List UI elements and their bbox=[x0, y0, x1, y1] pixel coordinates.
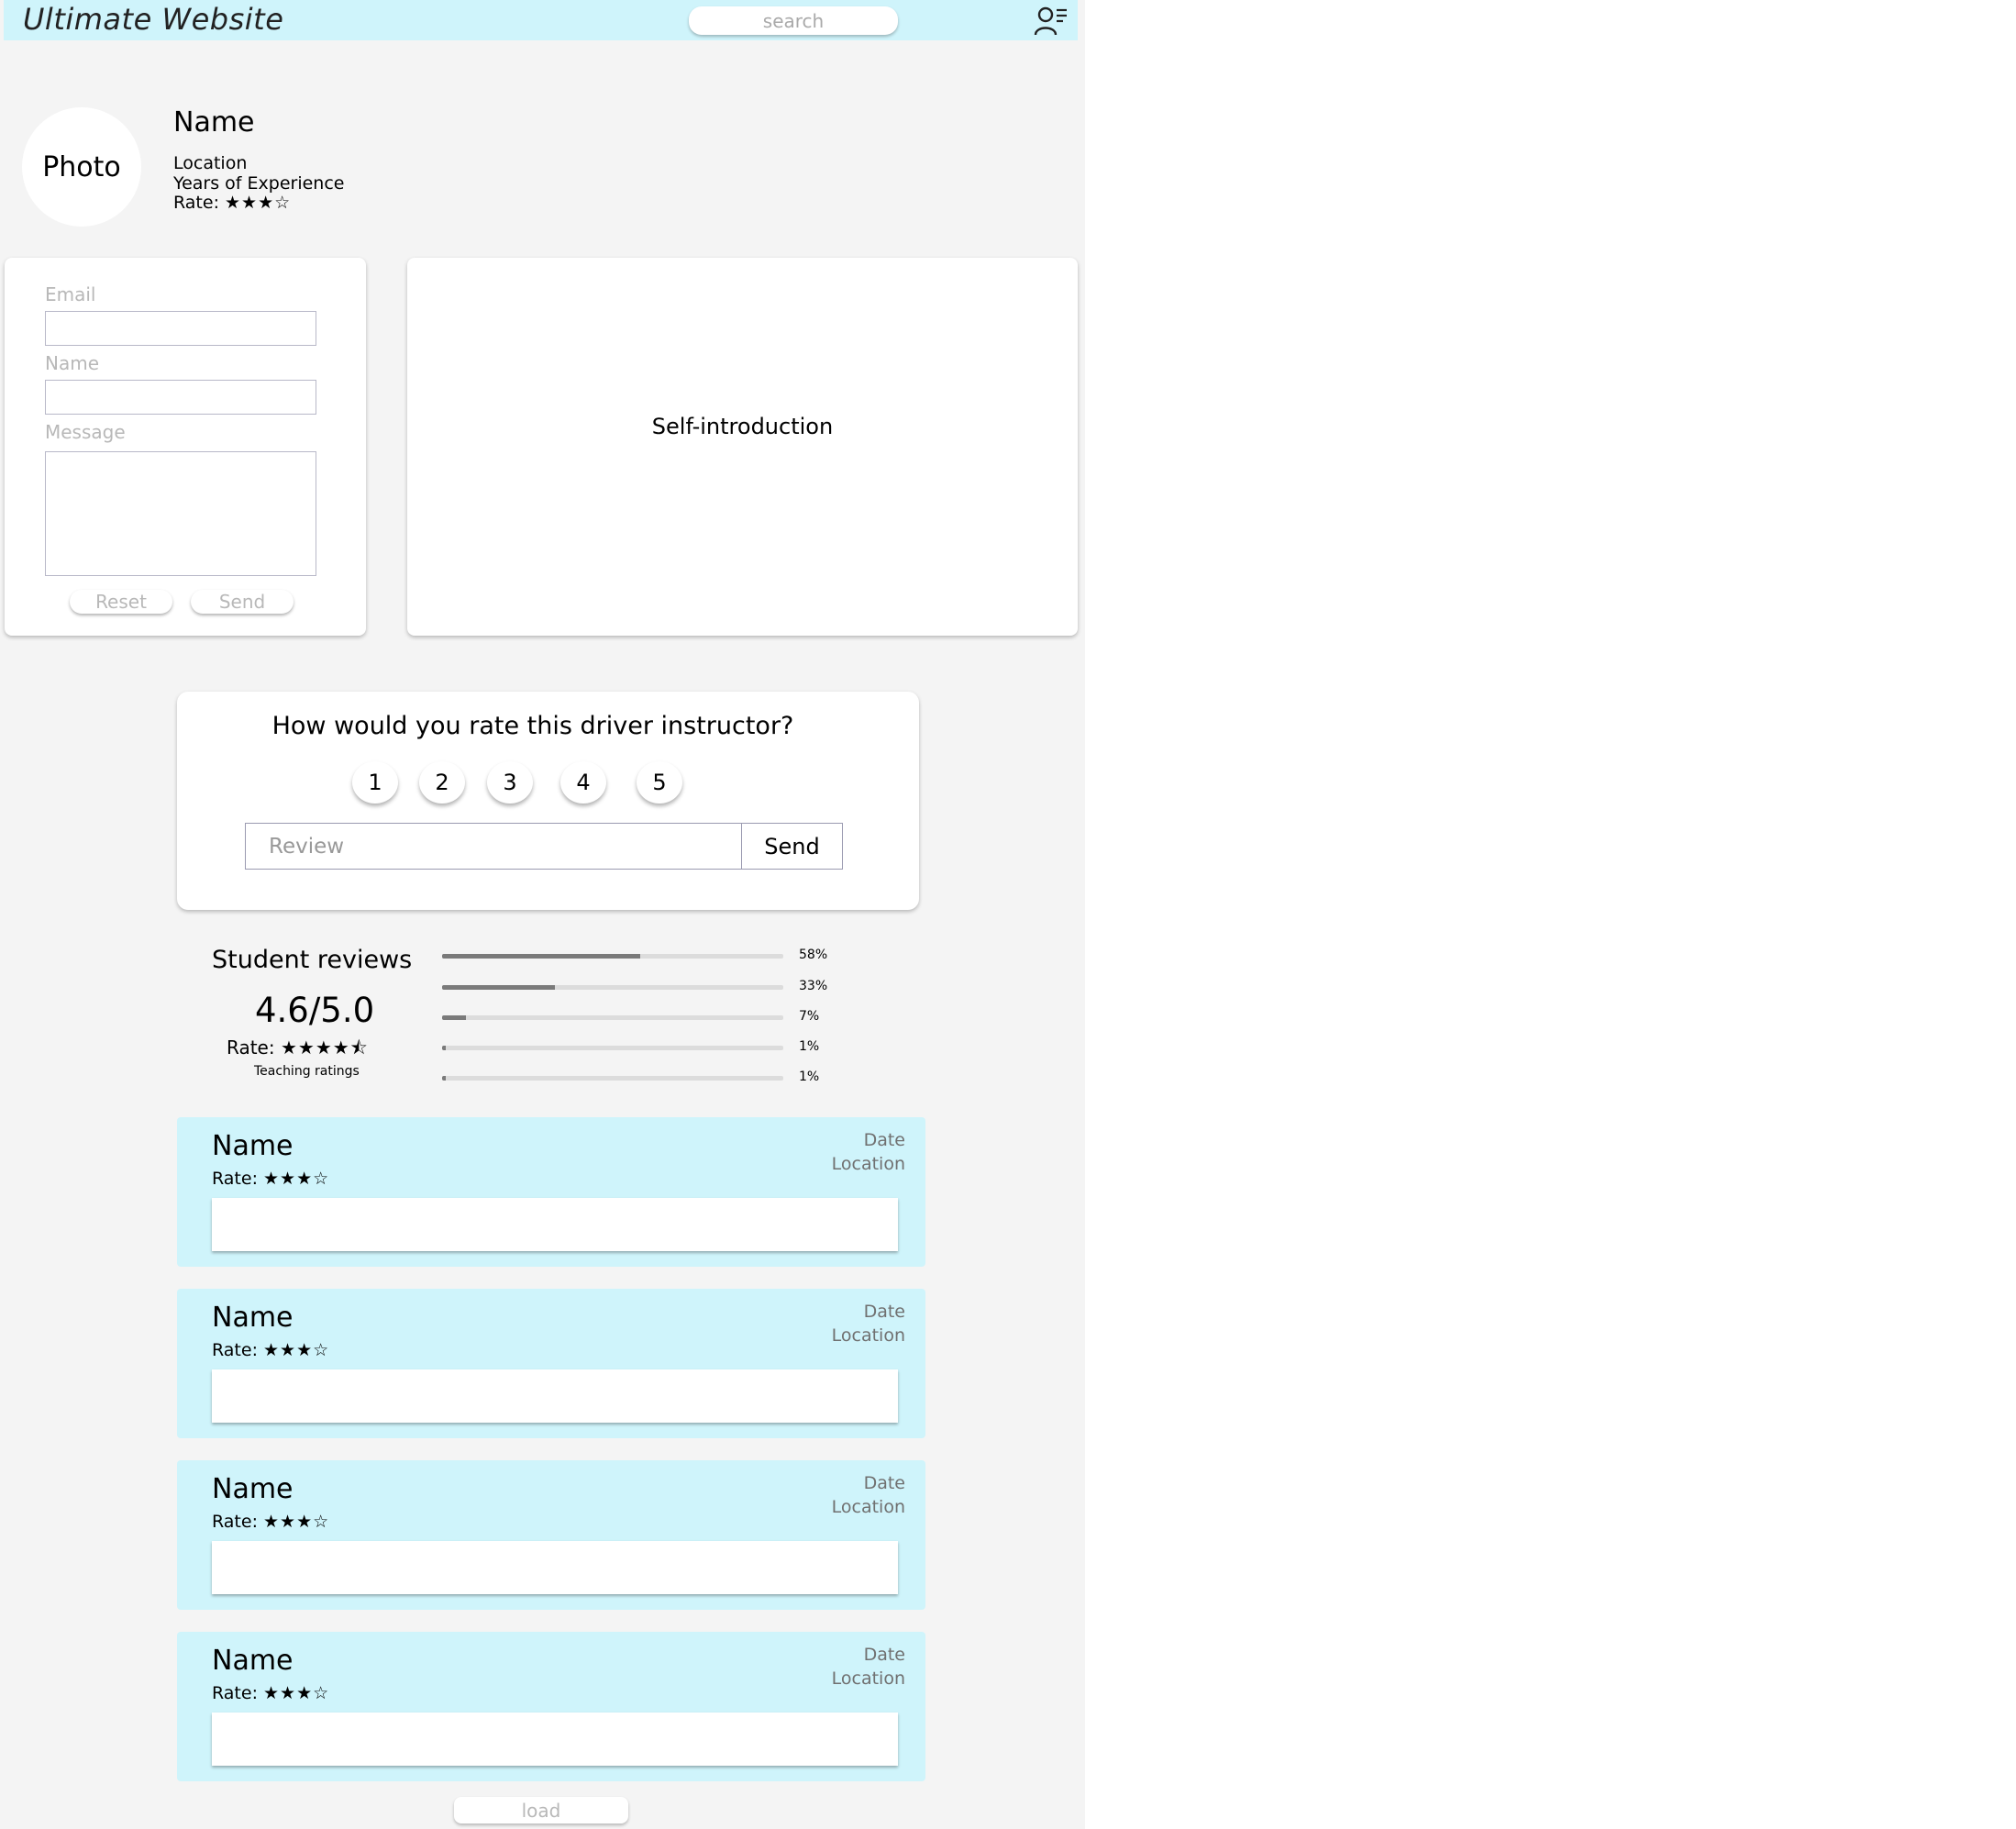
message-label: Message bbox=[45, 421, 126, 443]
star-rating-icon: ★★★☆ bbox=[263, 1169, 330, 1189]
name-field[interactable] bbox=[45, 380, 316, 415]
review-location: Location bbox=[831, 1497, 905, 1517]
email-label: Email bbox=[45, 283, 96, 305]
reviewer-rating: Rate: ★★★☆ bbox=[212, 1340, 329, 1360]
distribution-bar-fill bbox=[442, 1015, 467, 1020]
review-item: Name Rate: ★★★☆ Date Location bbox=[177, 1289, 925, 1438]
review-body bbox=[212, 1369, 898, 1423]
review-send-button[interactable]: Send bbox=[741, 823, 843, 870]
star-rating-icon: ★★★★⯪ bbox=[280, 1036, 369, 1059]
page: Ultimate Website Photo Name Location Yea… bbox=[0, 0, 1085, 1829]
distribution-bar-track bbox=[442, 1046, 783, 1050]
review-date: Date bbox=[863, 1645, 905, 1665]
average-rating: Rate: ★★★★⯪ bbox=[227, 1035, 369, 1066]
distribution-bar-fill bbox=[442, 1046, 446, 1050]
rating-question: How would you rate this driver instructo… bbox=[271, 712, 794, 740]
send-button[interactable]: Send bbox=[191, 590, 294, 614]
rate-label: Rate: bbox=[212, 1169, 258, 1189]
reviewer-name: Name bbox=[212, 1130, 294, 1162]
search-input[interactable] bbox=[689, 6, 898, 35]
rate-label: Rate: bbox=[227, 1036, 275, 1059]
distribution-percent: 7% bbox=[799, 1009, 820, 1024]
rating-distribution-row: 58% bbox=[442, 947, 836, 965]
reset-button[interactable]: Reset bbox=[70, 590, 172, 614]
distribution-bar-track bbox=[442, 954, 783, 959]
rate-option-1[interactable]: 1 bbox=[352, 761, 398, 804]
name-label: Name bbox=[45, 352, 100, 374]
distribution-bar-track bbox=[442, 1015, 783, 1020]
header-bar: Ultimate Website bbox=[4, 0, 1078, 40]
star-rating-icon: ★★★☆ bbox=[263, 1340, 330, 1360]
site-title[interactable]: Ultimate Website bbox=[23, 2, 283, 37]
self-introduction-text: Self-introduction bbox=[651, 414, 834, 439]
review-location: Location bbox=[831, 1154, 905, 1174]
rating-distribution-row: 33% bbox=[442, 978, 836, 996]
distribution-percent: 33% bbox=[799, 979, 828, 993]
average-score: 4.6/5.0 bbox=[255, 991, 375, 1030]
rate-option-5[interactable]: 5 bbox=[637, 761, 682, 804]
review-input[interactable]: Review bbox=[245, 823, 742, 870]
review-body bbox=[212, 1713, 898, 1766]
rate-option-3[interactable]: 3 bbox=[487, 761, 533, 804]
distribution-percent: 1% bbox=[799, 1039, 820, 1054]
profile-photo: Photo bbox=[22, 107, 141, 227]
distribution-bar-track bbox=[442, 985, 783, 990]
rate-label: Rate: bbox=[212, 1340, 258, 1360]
photo-label: Photo bbox=[42, 150, 121, 183]
review-item: Name Rate: ★★★☆ Date Location bbox=[177, 1460, 925, 1610]
distribution-bar-track bbox=[442, 1076, 783, 1081]
profile-years-experience: Years of Experience bbox=[173, 173, 345, 194]
review-item: Name Rate: ★★★☆ Date Location bbox=[177, 1117, 925, 1267]
review-date: Date bbox=[863, 1302, 905, 1322]
review-body bbox=[212, 1541, 898, 1594]
rating-distribution-row: 7% bbox=[442, 1008, 836, 1026]
distribution-bar-fill bbox=[442, 954, 640, 959]
review-body bbox=[212, 1198, 898, 1251]
rate-option-2[interactable]: 2 bbox=[419, 761, 465, 804]
profile-rating: Rate: ★★★☆ bbox=[173, 194, 291, 213]
distribution-bar-fill bbox=[442, 985, 555, 990]
star-rating-icon: ★★★☆ bbox=[263, 1512, 330, 1532]
profile-name: Name bbox=[173, 106, 255, 139]
star-rating-icon: ★★★☆ bbox=[225, 193, 292, 213]
email-field[interactable] bbox=[45, 311, 316, 346]
distribution-percent: 1% bbox=[799, 1070, 820, 1084]
teaching-ratings-caption: Teaching ratings bbox=[254, 1064, 360, 1079]
reviewer-rating: Rate: ★★★☆ bbox=[212, 1169, 329, 1189]
distribution-bar-fill bbox=[442, 1076, 446, 1081]
review-location: Location bbox=[831, 1668, 905, 1689]
review-date: Date bbox=[863, 1130, 905, 1150]
rate-instructor-card: How would you rate this driver instructo… bbox=[177, 692, 919, 910]
rate-label: Rate: bbox=[212, 1683, 258, 1703]
distribution-percent: 58% bbox=[799, 948, 828, 962]
review-date: Date bbox=[863, 1473, 905, 1493]
rate-option-4[interactable]: 4 bbox=[560, 761, 606, 804]
message-textarea[interactable] bbox=[45, 451, 316, 576]
student-reviews-heading: Student reviews bbox=[212, 946, 413, 974]
reviewer-rating: Rate: ★★★☆ bbox=[212, 1512, 329, 1532]
reviewer-name: Name bbox=[212, 1473, 294, 1505]
reviewer-name: Name bbox=[212, 1302, 294, 1334]
star-rating-icon: ★★★☆ bbox=[263, 1683, 330, 1703]
rate-label: Rate: bbox=[173, 193, 219, 213]
load-more-button[interactable]: load bbox=[454, 1797, 628, 1823]
review-item: Name Rate: ★★★☆ Date Location bbox=[177, 1632, 925, 1781]
review-location: Location bbox=[831, 1325, 905, 1346]
user-menu-icon[interactable] bbox=[1034, 6, 1069, 37]
self-introduction-card: Self-introduction bbox=[407, 258, 1078, 636]
contact-form-card: Email Name Message Reset Send bbox=[5, 258, 366, 636]
rate-label: Rate: bbox=[212, 1512, 258, 1532]
reviewer-name: Name bbox=[212, 1645, 294, 1677]
rating-distribution-row: 1% bbox=[442, 1069, 836, 1087]
profile-location: Location bbox=[173, 153, 248, 173]
rating-distribution-row: 1% bbox=[442, 1038, 836, 1057]
reviewer-rating: Rate: ★★★☆ bbox=[212, 1683, 329, 1703]
